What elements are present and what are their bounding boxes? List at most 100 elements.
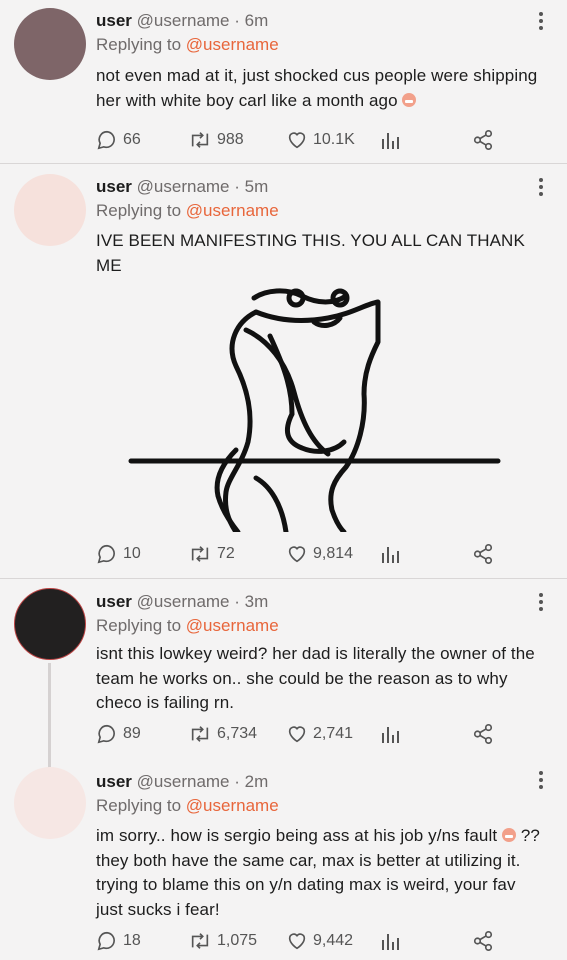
- retweet-icon: [191, 546, 209, 562]
- more-vertical-icon[interactable]: [537, 591, 545, 613]
- timeline: user @username · 6m Replying to @usernam…: [0, 0, 567, 960]
- tweet-text: isnt this lowkey weird? her dad is liter…: [96, 644, 535, 712]
- heart-icon: [288, 132, 306, 149]
- bar-chart-icon: [382, 133, 399, 149]
- bar-chart-icon: [382, 934, 399, 950]
- reply-count: 89: [123, 725, 141, 742]
- like-count: 2,741: [313, 725, 354, 742]
- tweet[interactable]: user @username · 2m Replying to @usernam…: [0, 757, 567, 960]
- share-button[interactable]: [472, 722, 494, 746]
- speech-bubble-icon: [97, 724, 115, 744]
- speech-bubble-icon: [97, 130, 115, 150]
- analytics-button[interactable]: [380, 542, 400, 566]
- avatar[interactable]: [14, 588, 86, 660]
- tweet-text: not even mad at it, just shocked cus peo…: [96, 64, 547, 113]
- share-icon: [473, 724, 493, 744]
- share-button[interactable]: [472, 542, 494, 566]
- avatar[interactable]: [14, 8, 86, 80]
- tweet[interactable]: user @username · 6m Replying to @usernam…: [0, 0, 567, 163]
- replying-prefix: Replying to: [96, 35, 182, 54]
- like-button[interactable]: 2,741: [286, 722, 353, 746]
- mention-link[interactable]: @username: [186, 616, 279, 635]
- share-icon: [473, 544, 493, 564]
- heart-icon: [288, 546, 306, 563]
- tweet-actions: 66 988 10.1K: [96, 128, 507, 152]
- share-button[interactable]: [472, 128, 494, 152]
- retweet-count: 988: [217, 131, 244, 148]
- like-button[interactable]: 9,442: [286, 929, 353, 953]
- replying-prefix: Replying to: [96, 796, 182, 815]
- retweet-icon: [191, 933, 209, 949]
- tweet-header: user @username · 6m: [96, 10, 547, 32]
- like-button[interactable]: 9,814: [286, 542, 353, 566]
- tweet-text-content: not even mad at it, just shocked cus peo…: [96, 66, 538, 110]
- mention-link[interactable]: @username: [186, 35, 279, 54]
- reply-button[interactable]: 10: [96, 542, 141, 566]
- like-button[interactable]: 10.1K: [286, 128, 355, 152]
- reply-count: 10: [123, 545, 141, 562]
- tweet-header: user @username · 5m: [96, 176, 547, 198]
- retweet-icon: [191, 726, 209, 742]
- grimacing-face-emoji-icon: [402, 92, 417, 107]
- tweet-text: im sorry.. how is sergio being ass at hi…: [96, 824, 547, 922]
- mention-link[interactable]: @username: [186, 796, 279, 815]
- tweet-actions: 10 72 9,814: [96, 542, 507, 566]
- share-icon: [473, 130, 493, 150]
- meme-image[interactable]: [96, 282, 516, 532]
- more-vertical-icon[interactable]: [537, 176, 545, 198]
- replying-prefix: Replying to: [96, 616, 182, 635]
- heart-icon: [288, 726, 306, 743]
- share-icon: [473, 931, 493, 951]
- reply-count: 18: [123, 932, 141, 949]
- retweet-count: 6,734: [217, 725, 258, 742]
- speech-bubble-icon: [97, 931, 115, 951]
- timestamp[interactable]: · 2m: [234, 772, 268, 791]
- tweet[interactable]: user @username · 5m Replying to @usernam…: [0, 164, 567, 576]
- reply-button[interactable]: 89: [96, 722, 141, 746]
- heart-icon: [288, 933, 306, 950]
- bar-chart-icon: [382, 547, 399, 563]
- mention-link[interactable]: @username: [186, 201, 279, 220]
- user-handle[interactable]: @username: [137, 177, 230, 196]
- share-button[interactable]: [472, 929, 494, 953]
- user-name[interactable]: user: [96, 772, 132, 791]
- user-name[interactable]: user: [96, 177, 132, 196]
- analytics-button[interactable]: [380, 929, 400, 953]
- replying-to: Replying to @username: [96, 794, 547, 818]
- user-handle[interactable]: @username: [137, 772, 230, 791]
- reply-button[interactable]: 66: [96, 128, 141, 152]
- avatar[interactable]: [14, 174, 86, 246]
- retweet-icon: [191, 132, 209, 148]
- replying-to: Replying to @username: [96, 199, 547, 223]
- tweet[interactable]: user @username · 3m Replying to @usernam…: [0, 579, 567, 781]
- like-count: 9,442: [313, 932, 354, 949]
- tweet-actions: 89 6,734 2,741: [96, 722, 507, 746]
- retweet-button[interactable]: 1,075: [188, 929, 257, 953]
- timestamp[interactable]: · 5m: [234, 177, 268, 196]
- more-vertical-icon[interactable]: [537, 10, 545, 32]
- tweet-header: user @username · 2m: [96, 771, 547, 793]
- user-handle[interactable]: @username: [137, 592, 230, 611]
- retweet-button[interactable]: 72: [188, 542, 235, 566]
- retweet-button[interactable]: 988: [188, 128, 244, 152]
- speech-bubble-icon: [97, 544, 115, 564]
- user-handle[interactable]: @username: [137, 11, 230, 30]
- like-count: 9,814: [313, 545, 354, 562]
- timestamp[interactable]: · 3m: [234, 592, 268, 611]
- user-name[interactable]: user: [96, 11, 132, 30]
- timestamp[interactable]: · 6m: [234, 11, 268, 30]
- replying-to: Replying to @username: [96, 33, 547, 57]
- bar-chart-icon: [382, 727, 399, 743]
- tweet-text-part-1: im sorry.. how is sergio being ass at hi…: [96, 826, 498, 845]
- retweet-count: 1,075: [217, 932, 258, 949]
- analytics-button[interactable]: [380, 128, 400, 152]
- user-name[interactable]: user: [96, 592, 132, 611]
- replying-prefix: Replying to: [96, 201, 182, 220]
- tweet-text: IVE BEEN MANIFESTING THIS. YOU ALL CAN T…: [96, 231, 525, 275]
- retweet-button[interactable]: 6,734: [188, 722, 257, 746]
- analytics-button[interactable]: [380, 722, 400, 746]
- reply-button[interactable]: 18: [96, 929, 141, 953]
- avatar[interactable]: [14, 767, 86, 839]
- more-vertical-icon[interactable]: [537, 769, 545, 791]
- retweet-count: 72: [217, 545, 235, 562]
